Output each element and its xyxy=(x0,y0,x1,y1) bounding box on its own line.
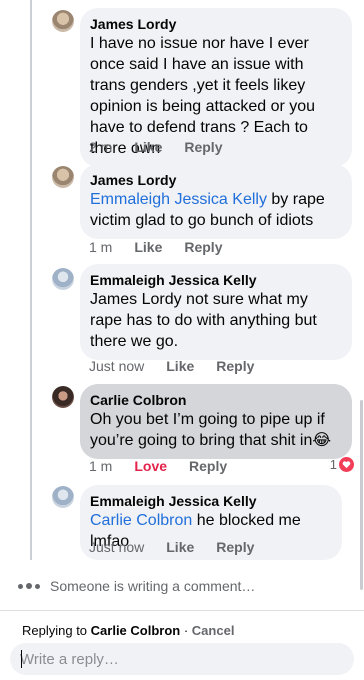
like-button[interactable]: Like xyxy=(166,539,194,555)
comment-text: Oh you bet I’m going to pipe up if you’r… xyxy=(90,409,340,451)
like-button[interactable]: Like xyxy=(166,358,194,374)
laughing-emoji-icon: 😂 xyxy=(312,432,332,449)
thread-line xyxy=(30,0,32,560)
comment-bubble-highlighted[interactable]: Carlie Colbron Oh you bet I’m going to p… xyxy=(80,384,352,459)
separator: · xyxy=(180,623,192,638)
comment-author[interactable]: Carlie Colbron xyxy=(90,391,340,409)
replying-prefix: Replying to xyxy=(22,623,91,638)
comment-author[interactable]: James Lordy xyxy=(90,171,340,189)
mention-link[interactable]: Emmaleigh Jessica Kelly xyxy=(90,191,267,208)
typing-indicator: Someone is writing a comment… xyxy=(18,578,255,594)
comment-author[interactable]: Emmaleigh Jessica Kelly xyxy=(90,271,340,289)
avatar[interactable] xyxy=(52,10,74,32)
typing-text: Someone is writing a comment… xyxy=(50,578,256,594)
scrollbar[interactable] xyxy=(360,400,363,590)
comment-bubble[interactable]: James Lordy Emmaleigh Jessica Kelly by r… xyxy=(80,164,352,239)
reply-button[interactable]: Reply xyxy=(189,458,227,474)
comment-time[interactable]: 2 m xyxy=(89,139,112,155)
like-button[interactable]: Like xyxy=(134,139,162,155)
love-button[interactable]: Love xyxy=(134,458,167,474)
like-button[interactable]: Like xyxy=(134,239,162,255)
typing-dots-icon xyxy=(18,583,40,589)
comment-time[interactable]: 1 m xyxy=(89,239,112,255)
reply-input[interactable] xyxy=(10,643,354,675)
reply-button[interactable]: Reply xyxy=(184,239,222,255)
comment-actions: Just now Like Reply xyxy=(89,358,254,374)
avatar[interactable] xyxy=(52,166,74,188)
comment-time[interactable]: Just now xyxy=(89,358,144,374)
comment-time[interactable]: Just now xyxy=(89,539,144,555)
reply-target: Carlie Colbron xyxy=(90,623,181,638)
reaction-count: 1 xyxy=(329,457,337,472)
comment-time[interactable]: 1 m xyxy=(89,458,112,474)
comment-text: James Lordy not sure what my rape has to… xyxy=(90,291,317,350)
avatar[interactable] xyxy=(52,268,74,290)
reaction-summary[interactable]: 1 xyxy=(330,457,354,472)
comment-actions: Just now Like Reply xyxy=(89,539,254,555)
avatar[interactable] xyxy=(52,386,74,408)
comment-text: Emmaleigh Jessica Kelly by rape victim g… xyxy=(90,189,340,231)
comment-actions: 1 m Like Reply xyxy=(89,239,222,255)
comment-text-body: Oh you bet I’m going to pipe up if you’r… xyxy=(90,411,325,449)
reply-button[interactable]: Reply xyxy=(216,539,254,555)
comment-actions: 2 m Like Reply xyxy=(89,139,222,155)
text-caret xyxy=(21,650,22,668)
replying-to-label: Replying to Carlie Colbron · Cancel xyxy=(22,623,234,638)
reply-button[interactable]: Reply xyxy=(184,139,222,155)
comment-actions: 1 m Love Reply xyxy=(89,458,227,474)
mention-link[interactable]: Carlie Colbron xyxy=(90,512,192,529)
heart-icon xyxy=(339,457,354,472)
comment-author[interactable]: Emmaleigh Jessica Kelly xyxy=(90,492,330,510)
comment-author[interactable]: James Lordy xyxy=(90,15,340,33)
comment-bubble[interactable]: Emmaleigh Jessica Kelly James Lordy not … xyxy=(80,264,352,360)
avatar[interactable] xyxy=(52,486,74,508)
cancel-reply-button[interactable]: Cancel xyxy=(192,623,235,638)
reply-button[interactable]: Reply xyxy=(216,358,254,374)
reply-bar: Replying to Carlie Colbron · Cancel xyxy=(0,610,364,680)
